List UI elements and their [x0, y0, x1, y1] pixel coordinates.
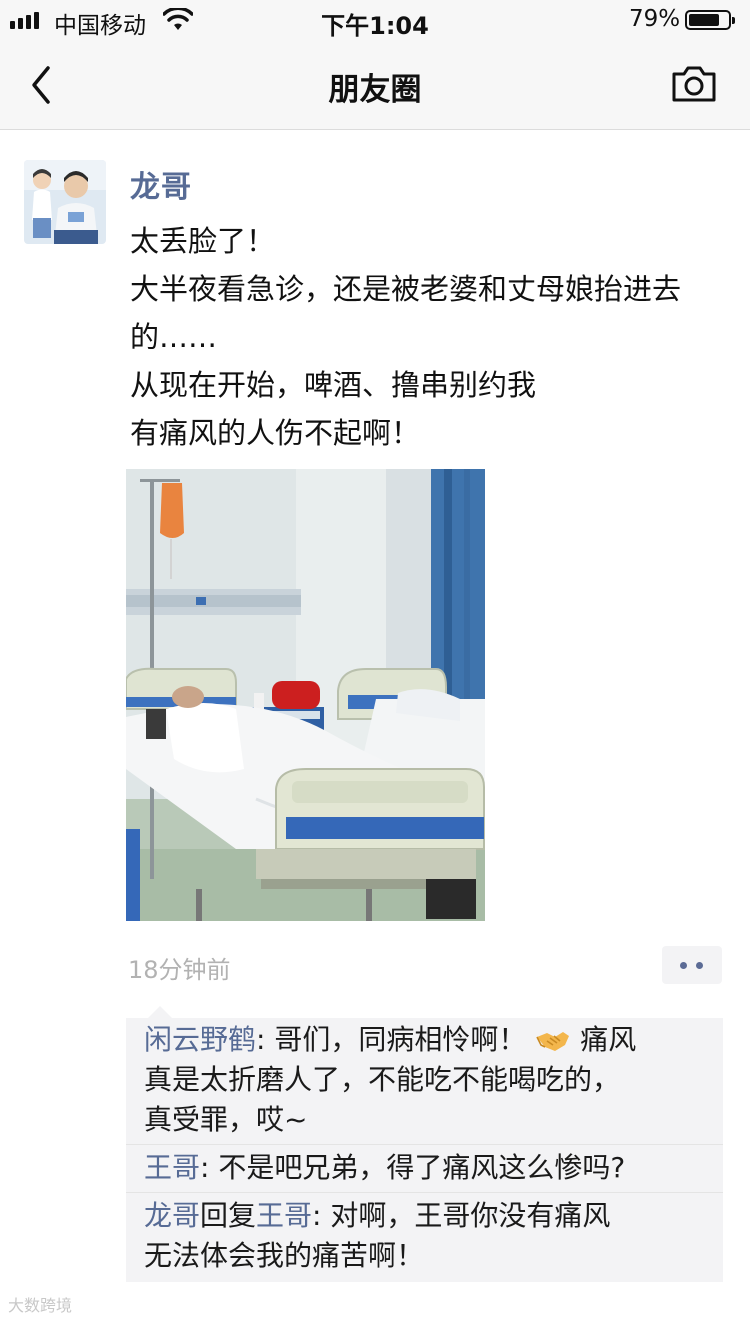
reply-target-name[interactable]: 王哥: [256, 1199, 312, 1232]
post-author-name[interactable]: 龙哥: [130, 162, 192, 206]
post-text-line: 太丢脸了！: [130, 224, 276, 258]
post-text-line: 有痛风的人伤不起啊！: [130, 416, 421, 450]
battery-icon: [685, 10, 735, 30]
comment-text: 真是太折磨人了，不能吃不能喝吃的，: [144, 1063, 621, 1096]
handshake-emoji-icon: [536, 1032, 570, 1051]
comment-text: 无法体会我的痛苦啊！: [144, 1239, 425, 1272]
comment-item[interactable]: 龙哥回复王哥: 对啊，王哥你没有痛风 无法体会我的痛苦啊！: [144, 1196, 714, 1276]
comment-text: 痛风: [580, 1023, 637, 1056]
comment-text: 真受罪，哎~: [144, 1103, 308, 1136]
page-title: 朋友圈: [328, 72, 422, 108]
post-text: 太丢脸了！ 大半夜看急诊，还是被老婆和丈母娘抬进去 的…… 从现在开始，啤酒、撸…: [130, 217, 715, 457]
comment-text: 对啊，王哥你没有痛风: [330, 1199, 611, 1232]
comment-divider: [126, 1192, 723, 1193]
comment-author[interactable]: 龙哥: [144, 1199, 200, 1232]
comment-divider: [126, 1144, 723, 1145]
reply-label: 回复: [200, 1199, 257, 1232]
post-timestamp: 18分钟前: [128, 956, 231, 984]
comment-text: 不是吧兄弟，得了痛风这么惨吗?: [218, 1151, 626, 1184]
more-actions-button[interactable]: [662, 946, 722, 984]
battery-percent: 79%: [629, 6, 681, 32]
post-text-line: 从现在开始，啤酒、撸串别约我: [130, 368, 537, 402]
comment-item[interactable]: 王哥: 不是吧兄弟，得了痛风这么惨吗?: [144, 1148, 714, 1188]
post-text-line: 的……: [130, 320, 218, 354]
nav-bar: 朋友圈: [0, 42, 750, 130]
comments-box: 闲云野鹤: 哥们，同病相怜啊！ 痛风 真是太折磨人了，不能吃不能喝吃的， 真受罪…: [126, 1006, 723, 1282]
avatar[interactable]: [24, 160, 106, 244]
camera-icon[interactable]: [670, 62, 718, 106]
post-photo[interactable]: [126, 469, 485, 921]
comment-text: 哥们，同病相怜啊！: [274, 1023, 527, 1056]
watermark: 大数跨境: [8, 1296, 73, 1315]
battery-fill: [689, 14, 719, 26]
comment-item[interactable]: 闲云野鹤: 哥们，同病相怜啊！ 痛风 真是太折磨人了，不能吃不能喝吃的， 真受罪…: [144, 1020, 714, 1140]
comment-author[interactable]: 王哥: [144, 1151, 200, 1184]
post-text-line: 大半夜看急诊，还是被老婆和丈母娘抬进去: [130, 272, 682, 306]
comment-author[interactable]: 闲云野鹤: [144, 1023, 256, 1056]
status-bar: 中国移动 下午1:04 79%: [0, 0, 750, 42]
